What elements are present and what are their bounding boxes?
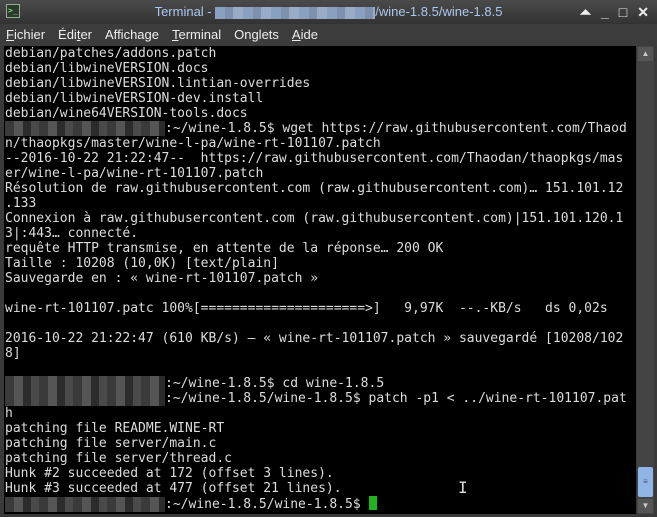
terminal-line: er/wine-l-pa/wine-rt-101107.patch <box>5 166 264 181</box>
terminal-line: h <box>5 406 13 421</box>
terminal-line: .133 <box>5 196 37 211</box>
terminal-line: 2016-10-22 21:22:47 (610 KB/s) — « wine-… <box>5 331 624 346</box>
terminal-line: Taille : 10208 (10,0K) [text/plain] <box>5 256 279 271</box>
terminal-line: Sauvegarde en : « wine-rt-101107.patch » <box>5 271 319 286</box>
terminal-line: :~/wine-1.8.5/wine-1.8.5$ patch -p1 < ..… <box>4 391 636 406</box>
menu-item[interactable]: Terminal <box>166 24 228 46</box>
terminal-line: --2016-10-22 21:22:47-- https://raw.gith… <box>5 151 624 166</box>
terminal-line: 8] <box>5 346 21 361</box>
terminal-line: debian/patches/addons.patch <box>5 46 217 61</box>
terminal-line: patching file README.WINE-RT <box>5 421 225 436</box>
window-title: Terminal - /wine-1.8.5/wine-1.8.5 <box>154 4 503 19</box>
redacted-username <box>5 121 165 136</box>
terminal-line: debian/wine64VERSION-tools.docs <box>5 106 248 121</box>
terminal-line: patching file server/main.c <box>5 436 217 451</box>
menu-item[interactable]: Onglets <box>228 24 286 46</box>
terminal-line: Résolution de raw.githubusercontent.com … <box>5 181 624 196</box>
scroll-down-arrow-icon[interactable]: ▼ <box>638 499 653 513</box>
terminal-line: n/thaopkgs/master/wine-l-pa/wine-rt-1011… <box>5 136 381 151</box>
terminal-line: :~/wine-1.8.5/wine-1.8.5$ <box>4 496 636 512</box>
scroll-up-arrow-icon[interactable]: ▲ <box>638 47 653 61</box>
redacted-username <box>5 497 165 512</box>
terminal-cursor <box>368 496 377 510</box>
terminal-line: :~/wine-1.8.5$ wget https://raw.githubus… <box>4 121 636 136</box>
terminal-line: requête HTTP transmise, en attente de la… <box>5 241 444 256</box>
terminal-line: Connexion à raw.githubusercontent.com (r… <box>5 211 624 226</box>
terminal-output[interactable]: debian/patches/addons.patch debian/libwin… <box>4 46 636 514</box>
redacted-username <box>5 376 165 391</box>
menu-bar: Fichier Éditer Affichage Terminal Onglets Aid… <box>0 24 657 46</box>
menu-item[interactable]: Affichage <box>99 24 166 46</box>
scrollbar[interactable]: ▲ ≡ ▼ <box>637 46 654 514</box>
menu-item[interactable]: Éditer <box>52 24 99 46</box>
redacted-username <box>5 391 165 406</box>
terminal-line: debian/libwineVERSION-dev.install <box>5 91 264 106</box>
terminal-line: wine-rt-101107.patc 100%[===============… <box>5 301 608 316</box>
scrollbar-thumb[interactable]: ≡ <box>638 467 653 497</box>
close-button[interactable]: ✕ <box>637 4 649 21</box>
terminal-line: :~/wine-1.8.5$ cd wine-1.8.5 <box>4 376 636 391</box>
terminal-line: Hunk #2 succeeded at 172 (offset 3 lines… <box>5 466 334 481</box>
text-cursor-ibeam-icon: I <box>458 478 468 497</box>
minimize-button[interactable]: _ <box>601 4 609 21</box>
title-bar[interactable]: >_ Terminal - /wine-1.8.5/wine-1.8.5 ⏶ _… <box>0 0 657 24</box>
shade-button[interactable]: ⏶ <box>580 4 591 21</box>
terminal-line: patching file server/thread.c <box>5 451 232 466</box>
menu-item[interactable]: Fichier <box>0 24 52 46</box>
terminal-line: Hunk #3 succeeded at 477 (offset 21 line… <box>5 481 342 496</box>
terminal-window: >_ Terminal - /wine-1.8.5/wine-1.8.5 ⏶ _… <box>0 0 657 517</box>
menu-item[interactable]: Aide <box>286 24 325 46</box>
terminal-line: debian/libwineVERSION.docs <box>5 61 209 76</box>
terminal-line: 3|:443… connecté. <box>5 226 139 241</box>
terminal-line: debian/libwineVERSION.lintian-overrides <box>5 76 311 91</box>
maximize-button[interactable]: □ <box>619 4 627 21</box>
redacted-username <box>215 6 376 19</box>
